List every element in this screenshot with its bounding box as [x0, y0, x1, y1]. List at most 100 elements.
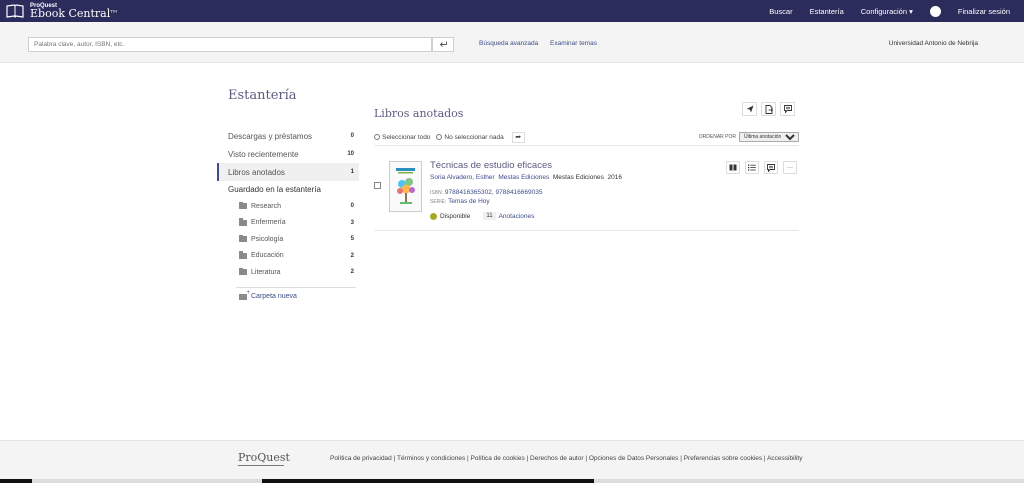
export-button[interactable]: [761, 102, 776, 116]
taskbar-strip: [0, 479, 1024, 483]
series-link[interactable]: Temas de Hoy: [448, 198, 490, 205]
book-cover-image: [390, 162, 421, 211]
annotations-button[interactable]: [764, 161, 778, 174]
annotations-count: 11: [483, 212, 496, 220]
folder-icon: [239, 234, 247, 243]
list-toolbar: Seleccionar todo No seleccionar nada ➦ O…: [374, 131, 799, 146]
select-none-label: No seleccionar nada: [444, 133, 504, 141]
folder-literatura[interactable]: Literatura 2: [217, 264, 359, 281]
folder-label: Literatura: [251, 268, 281, 276]
footer-links[interactable]: Política de privacidad | Términos y cond…: [330, 455, 802, 462]
footer-logo-text: ProQuest: [238, 451, 290, 464]
select-none-button[interactable]: No seleccionar nada: [436, 133, 504, 141]
taskbar-segment: [32, 479, 262, 483]
nav-finalizar-sesion[interactable]: Finalizar sesión: [958, 7, 1010, 16]
new-folder-label: Carpeta nueva: [251, 293, 297, 300]
footer-logo-underline: [238, 465, 284, 466]
list-icon: [748, 164, 756, 171]
search-submit-button[interactable]: [432, 37, 454, 52]
book-select-checkbox[interactable]: [374, 182, 381, 189]
new-folder-icon: [239, 290, 250, 300]
help-icon[interactable]: ?: [929, 5, 941, 17]
series-label: SERIE:: [430, 199, 447, 205]
browse-subjects-link[interactable]: Examinar temas: [550, 40, 597, 47]
open-book-icon: [729, 164, 737, 171]
ban-circle-icon: [436, 134, 443, 140]
annotations-link[interactable]: 11 Anotaciones: [483, 212, 534, 220]
book-meta: Soria Alvadero, Esther Mestas Ediciones …: [430, 174, 622, 181]
folder-icon: [239, 251, 247, 259]
folder-educacion[interactable]: Educación 2: [217, 248, 359, 265]
select-all-button[interactable]: Seleccionar todo: [374, 134, 430, 141]
institution-name: Universidad Antonio de Nebrija: [888, 40, 978, 47]
open-book-icon: [6, 4, 24, 18]
sort-select[interactable]: Última anotación: [739, 132, 799, 142]
search-input[interactable]: [28, 37, 432, 52]
folder-count: 2: [350, 252, 354, 259]
sidebar-item-annotated-books[interactable]: Libros anotados 1: [217, 163, 359, 181]
table-of-contents-button[interactable]: [745, 161, 759, 174]
folder-psicologia[interactable]: Psicología 5: [217, 231, 359, 248]
author-link[interactable]: Soria Alvadero, Esther: [430, 174, 495, 181]
send-button[interactable]: [742, 102, 757, 116]
sidebar-item-label: Descargas y préstamos: [228, 131, 313, 141]
book-actions: ···: [726, 161, 797, 174]
folder-research[interactable]: Research 0: [217, 198, 359, 215]
share-arrow-icon: ➦: [515, 134, 522, 141]
comment-icon: [783, 105, 792, 113]
search-bar: Búsqueda avanzada Examinar temas Univers…: [0, 22, 1024, 63]
nav-estanteria[interactable]: Estantería: [810, 7, 844, 16]
read-online-button[interactable]: [726, 161, 740, 174]
paper-plane-icon: [746, 105, 753, 113]
sidebar-item-recently-viewed[interactable]: Visto recientemente 10: [217, 145, 359, 163]
book-title-link[interactable]: Técnicas de estudio eficaces: [430, 160, 552, 171]
folder-icon: [239, 201, 247, 210]
select-all-label: Seleccionar todo: [382, 133, 431, 141]
new-folder-button[interactable]: Carpeta nueva: [217, 288, 359, 306]
folder-label: Educación: [251, 252, 284, 260]
export-document-icon: [765, 104, 773, 114]
book-row: Técnicas de estudio eficaces Soria Alvad…: [374, 153, 799, 231]
folder-label: Enfermería: [251, 219, 286, 227]
folder-label: Research: [251, 202, 281, 210]
sort-label: ORDENAR POR: [698, 134, 736, 140]
sidebar-item-label: Libros anotados: [228, 167, 285, 177]
taskbar-segment: [594, 479, 1024, 483]
share-button[interactable]: ➦: [511, 131, 525, 143]
page-title: Estantería: [228, 88, 297, 103]
bookshelf-sidebar: Descargas y préstamos 0 Visto recienteme…: [217, 127, 359, 306]
sort-control: ORDENAR POR Última anotación: [699, 132, 799, 142]
section-title: Libros anotados: [374, 107, 464, 120]
book-series: SERIE: Temas de Hoy: [430, 198, 490, 205]
annotations-export-button[interactable]: [780, 102, 795, 116]
folder-enfermeria[interactable]: Enfermería 3: [217, 215, 359, 232]
folder-icon: [239, 218, 247, 226]
sidebar-item-count: 0: [350, 133, 354, 139]
ebook-central-logo[interactable]: ProQuest Ebook CentralTM: [0, 0, 117, 22]
book-isbn: ISBN: 9788416365302, 9788416669035: [430, 189, 542, 196]
availability-dot-icon: [430, 212, 437, 220]
nav-buscar[interactable]: Buscar: [769, 7, 792, 16]
folder-label: Psicología: [251, 235, 284, 243]
publisher-link[interactable]: Mestas Ediciones: [498, 174, 549, 181]
folder-count: 3: [350, 219, 354, 226]
nav-configuracion[interactable]: Configuración ▾: [861, 7, 913, 16]
folder-count: 0: [350, 203, 354, 210]
folder-count: 2: [350, 269, 354, 276]
isbn-label: ISBN:: [430, 190, 444, 196]
section-actions: [742, 102, 795, 116]
footer: ProQuest Política de privacidad | Términ…: [0, 440, 1024, 483]
more-options-button[interactable]: ···: [783, 161, 797, 174]
folder-icon: [239, 267, 247, 276]
return-arrow-icon: [439, 41, 447, 47]
footer-proquest-logo[interactable]: ProQuest: [238, 451, 290, 466]
folder-count: 5: [350, 236, 354, 243]
advanced-search-link[interactable]: Búsqueda avanzada: [479, 40, 538, 47]
sidebar-item-count: 1: [350, 169, 354, 175]
availability-label: Disponible: [440, 212, 471, 220]
book-cover[interactable]: [389, 161, 422, 212]
annotations-label: Anotaciones: [498, 212, 535, 220]
sidebar-item-downloads[interactable]: Descargas y préstamos 0: [217, 127, 359, 145]
sidebar-item-label: Visto recientemente: [228, 149, 299, 159]
isbn-value: 9788416365302, 9788416669035: [444, 189, 543, 196]
